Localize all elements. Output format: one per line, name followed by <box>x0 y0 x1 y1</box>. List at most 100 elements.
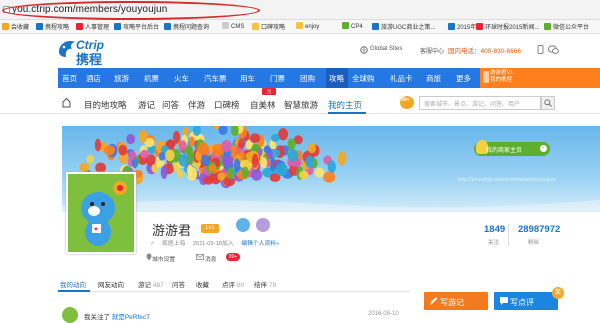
bookmark-item[interactable]: 旅游UGC商业之策... <box>372 22 435 31</box>
tab-companions[interactable]: 结伴 78 <box>254 279 276 289</box>
balloon <box>242 166 249 179</box>
subnav-my-home[interactable]: 我的主页 <box>328 99 362 111</box>
bookmark-item[interactable]: 口碑攻略 <box>252 22 285 31</box>
nav-item-business[interactable]: 商旅 <box>426 73 441 84</box>
search-icon <box>544 99 552 107</box>
balloon <box>278 128 289 141</box>
subnav-food[interactable]: 自美林 <box>250 99 276 111</box>
nav-item-tickets[interactable]: 门票 <box>270 73 285 84</box>
global-sites-link[interactable]: Global Sites <box>370 46 402 52</box>
balloon <box>218 126 228 135</box>
nav-item-more[interactable]: 更多 <box>456 73 471 84</box>
balloon <box>140 149 150 159</box>
balloon <box>186 164 194 177</box>
balloon <box>323 171 336 183</box>
profile-banner <box>62 126 600 212</box>
avatar[interactable]: ♥ <box>66 172 136 254</box>
city-settings-link[interactable]: 城市设置 <box>152 254 175 263</box>
wechat-icon[interactable] <box>548 45 559 54</box>
tab-friends-activity[interactable]: 网友动向 <box>98 279 124 289</box>
dolphin-logo-icon[interactable] <box>56 37 78 61</box>
balloon <box>182 127 189 136</box>
balloon <box>138 129 148 143</box>
url-highlight-annotation <box>2 1 260 20</box>
logo-cn[interactable]: 携程 <box>76 49 102 68</box>
mail-icon <box>196 254 204 260</box>
subnav-destinations[interactable]: 目的地攻略 <box>84 99 127 111</box>
tab-my-activity[interactable]: 我的动向 <box>60 279 86 289</box>
balloon <box>327 160 336 174</box>
bookmark-item[interactable]: 会收藏 <box>2 22 29 31</box>
star-medal-icon[interactable] <box>256 218 270 232</box>
profile-info: ♂ 现居上海 2011-03-18加入 编辑个人资料» <box>150 238 285 247</box>
profile-name: 游游君 <box>152 223 192 238</box>
nav-item-global[interactable]: 全球购 <box>352 73 375 84</box>
balloon <box>79 162 90 172</box>
followers-label: 粉丝 <box>528 240 540 246</box>
following-count[interactable]: 1849 <box>484 224 505 235</box>
bookmark-item[interactable]: CMS <box>222 22 244 30</box>
subnav-companion[interactable]: 伴游 <box>188 99 205 111</box>
balloon <box>208 163 217 172</box>
nav-item-flight[interactable]: 机票 <box>144 73 159 84</box>
subnav-travelogues[interactable]: 游记 <box>138 99 155 111</box>
nav-item-guide[interactable]: 攻略 <box>329 73 344 84</box>
feed-item: 我关注了 就是PeRfecT <box>84 314 151 321</box>
active-tab-indicator <box>328 112 366 114</box>
balloons-illustration <box>62 126 600 212</box>
my-business-label: 我的商家主页 <box>486 148 523 154</box>
user-avatar-small <box>483 71 489 83</box>
tab-qa[interactable]: 问答 <box>172 279 185 289</box>
bookmark-item[interactable]: 环球时报2015新闻... <box>476 22 539 31</box>
balloon <box>287 138 296 150</box>
bookmark-item[interactable]: 人事管理 <box>76 22 109 31</box>
bookmark-item[interactable]: 携程问题查询 <box>164 22 209 31</box>
nav-item-travel[interactable]: 旅游 <box>114 73 129 84</box>
nav-item-home[interactable]: 首页 <box>62 73 77 84</box>
nav-item-bus[interactable]: 汽车票 <box>204 73 227 84</box>
bookmark-item[interactable]: CP4 <box>342 22 363 30</box>
prize-badge: 奖 <box>552 287 564 299</box>
subnav-rankings[interactable]: 口碑榜 <box>214 99 240 111</box>
gender-icon: ♂ <box>150 241 155 247</box>
balloon <box>249 133 261 143</box>
followers-count[interactable]: 28987972 <box>518 224 560 235</box>
bookmark-item[interactable]: enjoy <box>296 22 319 30</box>
balloon <box>231 126 239 137</box>
subnav-qa[interactable]: 问答 <box>162 99 179 111</box>
bookmark-item[interactable]: 微信公众平台 <box>544 22 589 31</box>
tab-favorites[interactable]: 收藏 <box>196 279 209 289</box>
balloon <box>126 133 136 145</box>
tab-reviews[interactable]: 点评 80 <box>222 279 244 289</box>
balloon <box>251 169 263 181</box>
feed-avatar[interactable] <box>62 307 78 323</box>
mobile-icon[interactable] <box>536 45 546 54</box>
balloon <box>188 136 195 147</box>
balloon <box>275 163 288 176</box>
feed-user-link[interactable]: 就是PeRfecT <box>112 314 150 321</box>
nav-item-groupbuy[interactable]: 团购 <box>300 73 315 84</box>
write-travelogue-label: 写游记 <box>440 298 464 307</box>
subnav-smart-travel[interactable]: 智慧旅游 <box>284 99 318 111</box>
bookmark-item[interactable]: 攻略平台后台 <box>114 22 159 31</box>
nav-item-car[interactable]: 用车 <box>240 73 255 84</box>
stat-divider <box>508 224 509 246</box>
help-center-link[interactable]: 客服中心 <box>420 46 444 55</box>
nav-user-text[interactable]: 游游君V1 我的携程 <box>490 70 513 84</box>
nav-item-giftcard[interactable]: 礼品卡 <box>390 73 413 84</box>
tab-travelogues[interactable]: 游记 487 <box>138 279 164 289</box>
edit-profile-link[interactable]: 编辑个人资料» <box>241 241 279 247</box>
dolphin-mascot-icon: ♥ <box>68 174 134 252</box>
balloon <box>314 167 325 178</box>
balloon <box>118 144 128 156</box>
camera-medal-icon[interactable] <box>236 218 250 232</box>
balloon <box>260 157 268 169</box>
nav-item-hotel[interactable]: 酒店 <box>86 73 101 84</box>
balloon <box>103 145 115 156</box>
globe-icon <box>360 46 368 54</box>
nav-item-train[interactable]: 火车 <box>174 73 189 84</box>
messages-link[interactable]: 消息 <box>205 254 217 263</box>
bookmark-item[interactable]: 携程攻略 <box>36 22 69 31</box>
home-icon[interactable] <box>62 97 71 108</box>
balloon <box>165 149 175 162</box>
